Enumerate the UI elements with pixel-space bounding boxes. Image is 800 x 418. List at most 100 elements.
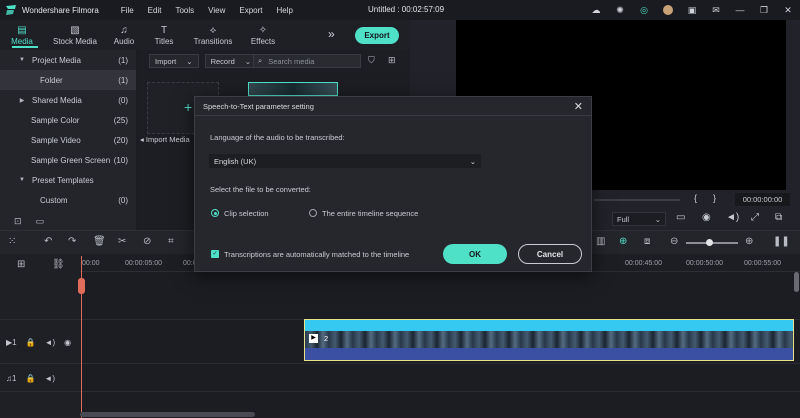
media-thumbnail[interactable] [248, 82, 338, 96]
language-select[interactable]: English (UK) ⌄ [209, 154, 481, 168]
sidebar-item-sample-color[interactable]: Sample Color (25) [0, 110, 136, 130]
grid-icon[interactable]: ⊞ [388, 55, 396, 66]
image-icon: ▧ [70, 24, 80, 36]
tab-audio-label: Audio [113, 36, 135, 46]
record-dropdown[interactable]: Record ⌄ [204, 54, 258, 68]
timeline-sequence-radio[interactable] [309, 209, 317, 217]
music-icon: ♫ [120, 24, 128, 36]
export-button[interactable]: Export [355, 27, 399, 44]
undo-icon[interactable]: ↶ [44, 236, 52, 247]
mute-icon[interactable]: ◄) [45, 338, 56, 347]
crop-icon[interactable]: ⌗ [168, 236, 174, 247]
render-icon[interactable]: ⧈ [644, 236, 650, 247]
menu-export[interactable]: Export [239, 6, 262, 15]
tab-stock-media-label: Stock Media [52, 36, 98, 46]
search-placeholder: Search media [268, 56, 315, 66]
link-icon[interactable]: ⛓ [52, 259, 65, 270]
volume-icon[interactable]: ◄) [726, 212, 739, 223]
grid-icon[interactable]: ⁙ [8, 236, 16, 247]
fullscreen-icon[interactable]: ⤢ [751, 212, 759, 223]
menu-tools[interactable]: Tools [175, 6, 194, 15]
save-icon[interactable]: ▣ [680, 0, 704, 20]
import-dropdown[interactable]: Import ⌄ [149, 54, 199, 68]
clip-selection-label[interactable]: Clip selection [224, 209, 269, 218]
tag-icon[interactable]: ⊘ [143, 236, 151, 247]
menu-help[interactable]: Help [276, 6, 292, 15]
folder-icon[interactable]: ▭ [36, 216, 45, 227]
zoom-in-icon[interactable]: ⊕ [745, 236, 753, 247]
mute-icon[interactable]: ◄) [44, 374, 55, 383]
dialog-divider [195, 115, 591, 116]
popout-icon[interactable]: ⧉ [775, 212, 782, 223]
sidebar-item-count: (20) [113, 135, 128, 145]
close-icon[interactable]: ✕ [574, 100, 583, 113]
delete-icon[interactable]: 🗑 [93, 236, 106, 247]
audio-settings-icon[interactable]: ▥ [596, 236, 605, 247]
quality-dropdown[interactable]: Full ⌄ [612, 212, 666, 226]
tab-transitions[interactable]: ⟡ Transitions [186, 20, 240, 50]
zoom-out-icon[interactable]: ⊖ [670, 236, 678, 247]
sidebar-item-sample-video[interactable]: Sample Video (20) [0, 130, 136, 150]
tab-media[interactable]: ▤ Media [0, 20, 44, 50]
ruler-tick: 00:00:50:00 [686, 260, 723, 267]
ok-button[interactable]: OK [443, 244, 507, 264]
lightbulb-icon[interactable]: ✺ [608, 0, 632, 20]
restore-icon[interactable]: ❐ [752, 0, 776, 20]
tab-titles[interactable]: T Titles [142, 20, 186, 50]
add-track-icon[interactable]: ⊞ [17, 259, 25, 270]
chevron-down-icon: ⌄ [469, 156, 476, 166]
video-clip[interactable]: ▶ 2 [304, 319, 794, 361]
playhead-handle[interactable] [78, 278, 85, 294]
sidebar-item-project-media[interactable]: ▼ Project Media (1) [0, 50, 136, 70]
search-icon: ⌕ [258, 56, 263, 65]
tab-effects[interactable]: ✧ Effects [240, 20, 286, 50]
menu-file[interactable]: File [121, 6, 134, 15]
menu-view[interactable]: View [208, 6, 225, 15]
sidebar-item-custom[interactable]: Custom (0) [0, 190, 136, 210]
minimize-icon[interactable]: — [728, 0, 752, 20]
search-input[interactable]: ⌕ Search media [253, 54, 361, 68]
zoom-slider-handle[interactable] [706, 239, 713, 246]
pause-icon[interactable]: ❚❚ [773, 236, 790, 247]
auto-match-checkbox[interactable]: ✓ [211, 250, 219, 258]
close-icon[interactable]: ✕ [776, 0, 800, 20]
snap-icon[interactable]: ⊕ [619, 236, 627, 247]
language-value: English (UK) [214, 156, 257, 166]
auto-match-label[interactable]: Transcriptions are automatically matched… [224, 250, 409, 259]
quality-value: Full [617, 214, 630, 224]
sidebar-item-sample-green-screen[interactable]: Sample Green Screen (10) [0, 150, 136, 170]
media-toolbar: Import ⌄ Record ⌄ [149, 54, 258, 68]
timeline-sequence-label[interactable]: The entire timeline sequence [322, 209, 418, 218]
ruler-tick: 00:00:45:00 [625, 260, 662, 267]
expand-icon[interactable]: » [328, 27, 335, 41]
sidebar-item-preset-templates[interactable]: ▼ Preset Templates [0, 170, 136, 190]
camera-icon[interactable]: ◉ [702, 212, 711, 223]
timeline-vertical-scrollbar[interactable] [794, 272, 799, 292]
sidebar-item-label: Sample Color [31, 115, 80, 125]
cancel-button[interactable]: Cancel [518, 244, 582, 264]
mark-out-icon[interactable]: } [713, 193, 716, 203]
cloud-icon[interactable]: ☁ [584, 0, 608, 20]
tab-audio[interactable]: ♫ Audio [106, 20, 142, 50]
filter-icon[interactable]: ⛉ [368, 55, 375, 66]
support-icon[interactable]: ◎ [632, 0, 656, 20]
monitor-icon[interactable]: ▭ [676, 212, 685, 223]
sidebar-item-folder[interactable]: Folder (1) [0, 70, 136, 90]
redo-icon[interactable]: ↷ [68, 236, 76, 247]
sidebar-item-shared-media[interactable]: ▶ Shared Media (0) [0, 90, 136, 110]
audio-track [0, 364, 800, 392]
timeline-horizontal-scrollbar[interactable] [80, 412, 255, 417]
lock-icon[interactable]: 🔒 [25, 374, 35, 383]
lock-icon[interactable]: 🔒 [26, 338, 36, 347]
new-folder-icon[interactable]: ⊡ [14, 216, 22, 227]
mark-in-icon[interactable]: { [694, 193, 697, 203]
avatar[interactable] [656, 0, 680, 20]
title-bar: Wondershare Filmora File Edit Tools View… [0, 0, 800, 20]
menu-edit[interactable]: Edit [148, 6, 162, 15]
tab-stock-media[interactable]: ▧ Stock Media [44, 20, 106, 50]
cut-icon[interactable]: ✂ [118, 236, 126, 247]
eye-icon[interactable]: ◉ [64, 338, 71, 347]
clip-selection-radio[interactable] [211, 209, 219, 217]
mail-icon[interactable]: ✉ [704, 0, 728, 20]
preview-scrubber[interactable] [594, 199, 680, 201]
